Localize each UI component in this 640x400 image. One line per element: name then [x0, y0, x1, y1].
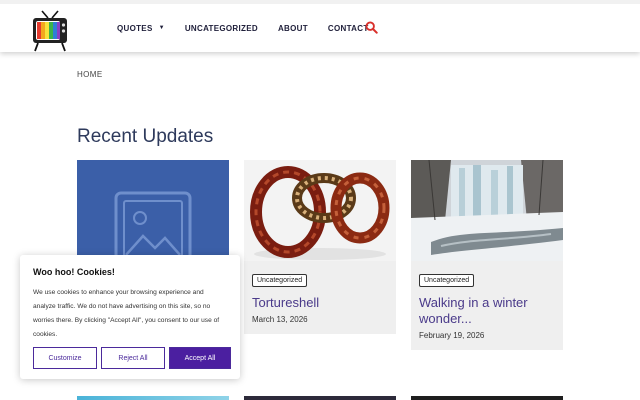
nav-item-label: QUOTES [117, 23, 153, 33]
nav-item-label: ABOUT [277, 23, 308, 33]
post-card[interactable]: Uncategorized Tortureshell March 13, 202… [244, 160, 396, 334]
post-card-body: Uncategorized Tortureshell March 13, 202… [244, 261, 396, 334]
nav-item-uncategorized[interactable]: UNCATEGORIZED [185, 24, 258, 33]
next-post-card-edge [77, 396, 229, 400]
post-card[interactable]: Uncategorized Walking in a winter wonder… [411, 160, 563, 350]
reject-all-button[interactable]: Reject All [101, 347, 165, 369]
breadcrumb[interactable]: HOME [77, 70, 103, 79]
cookie-buttons: Customize Reject All Accept All [33, 347, 235, 369]
next-post-card-edge [244, 396, 396, 400]
retro-tv-logo-icon[interactable] [28, 9, 72, 53]
next-post-card-edge [411, 396, 563, 400]
category-badge[interactable]: Uncategorized [252, 274, 308, 287]
post-thumbnail-bracelets[interactable] [244, 160, 396, 261]
post-date: February 19, 2026 [419, 331, 485, 340]
cookie-text: We use cookies to enhance your browsing … [33, 289, 220, 338]
frozen-waterfall-photo [411, 160, 563, 261]
nav-item-contact[interactable]: CONTACT [328, 24, 369, 33]
site-header: QUOTES ▼ UNCATEGORIZED ABOUT CONTACT [0, 0, 640, 52]
post-title[interactable]: Tortureshell [252, 295, 388, 311]
nav-item-quotes[interactable]: QUOTES ▼ [117, 24, 165, 33]
nav-item-label: CONTACT [327, 23, 369, 33]
accept-all-button[interactable]: Accept All [169, 347, 231, 369]
nav-item-label: UNCATEGORIZED [184, 23, 258, 33]
search-icon[interactable] [365, 21, 378, 34]
post-thumbnail-waterfall[interactable] [411, 160, 563, 261]
post-title[interactable]: Walking in a winter wonder... [419, 295, 555, 327]
cookie-consent-banner: Woo hoo! Cookies! We use cookies to enha… [20, 255, 240, 379]
caret-down-icon: ▼ [158, 25, 165, 31]
customize-button[interactable]: Customize [33, 347, 97, 369]
page-title: Recent Updates [77, 126, 214, 147]
main-nav: QUOTES ▼ UNCATEGORIZED ABOUT CONTACT [117, 4, 389, 52]
bracelets-photo [244, 160, 396, 261]
nav-item-about[interactable]: ABOUT [278, 24, 308, 33]
post-card-body: Uncategorized Walking in a winter wonder… [411, 261, 563, 350]
post-date: March 13, 2026 [252, 315, 308, 324]
category-badge[interactable]: Uncategorized [419, 274, 475, 287]
cookie-title: Woo hoo! Cookies! [33, 267, 115, 277]
